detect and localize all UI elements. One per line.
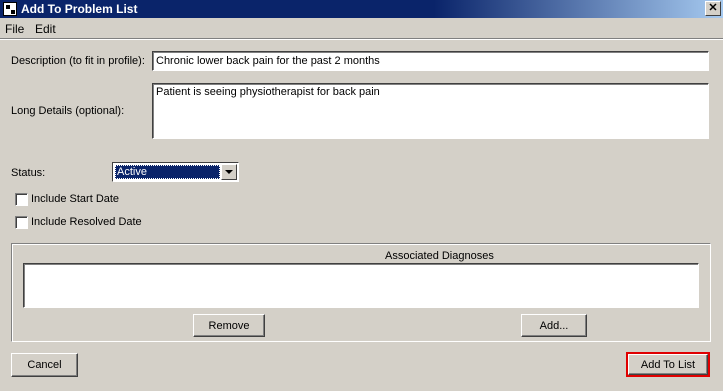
add-diagnosis-button[interactable]: Add...	[521, 314, 587, 337]
window-title: Add To Problem List	[21, 2, 138, 16]
include-start-date-label[interactable]: Include Start Date	[31, 193, 119, 205]
include-resolved-date-checkbox[interactable]	[15, 216, 28, 229]
long-details-field[interactable]: Patient is seeing physiotherapist for ba…	[152, 83, 709, 139]
chevron-down-icon	[225, 170, 233, 174]
dropdown-arrow-button[interactable]	[221, 164, 237, 180]
cancel-button[interactable]: Cancel	[11, 353, 78, 377]
status-selected-value: Active	[115, 165, 220, 179]
status-dropdown[interactable]: Active	[112, 162, 239, 182]
description-field[interactable]	[152, 51, 709, 71]
long-details-label: Long Details (optional):	[11, 105, 125, 117]
include-start-date-checkbox[interactable]	[15, 193, 28, 206]
menu-edit[interactable]: Edit	[35, 22, 56, 36]
include-resolved-date-label[interactable]: Include Resolved Date	[31, 216, 142, 228]
add-to-list-button[interactable]: Add To List	[628, 354, 708, 375]
menu-bar: File Edit	[0, 19, 723, 38]
close-button[interactable]: ✕	[705, 1, 721, 16]
remove-button[interactable]: Remove	[193, 314, 265, 337]
description-label: Description (to fit in profile):	[11, 55, 145, 67]
close-icon: ✕	[708, 2, 718, 14]
associated-diagnoses-title: Associated Diagnoses	[385, 250, 494, 262]
title-bar: Add To Problem List ✕	[0, 0, 723, 18]
menu-separator	[0, 38, 723, 40]
status-label: Status:	[11, 167, 46, 179]
menu-file[interactable]: File	[5, 22, 24, 36]
diagnoses-list[interactable]	[23, 263, 699, 308]
app-icon	[3, 2, 17, 16]
